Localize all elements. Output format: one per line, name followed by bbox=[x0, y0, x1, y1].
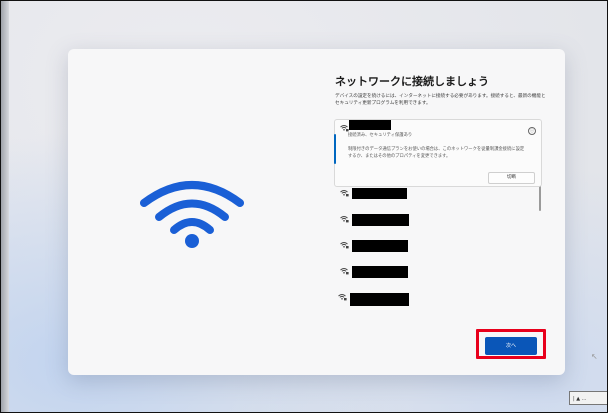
wifi-lock-icon bbox=[340, 216, 349, 223]
network-item[interactable] bbox=[332, 288, 532, 308]
wifi-lock-icon bbox=[340, 268, 349, 275]
network-name-redacted bbox=[352, 240, 408, 252]
network-item[interactable] bbox=[332, 210, 532, 230]
network-item[interactable] bbox=[332, 184, 532, 204]
page-description: デバイスの設定を続けるには、インターネットに接続する必要があります。接続すると、… bbox=[335, 94, 546, 106]
wifi-lock-icon bbox=[340, 242, 349, 249]
selected-network-card[interactable]: 接続済み、セキュリティ保護あり ⓘ 制限付きのデータ通信プランをお使いの場合は、… bbox=[334, 119, 542, 187]
connection-status: 接続済み、セキュリティ保護あり bbox=[348, 133, 413, 138]
network-item[interactable] bbox=[332, 236, 532, 256]
corner-overlay: | ▲ ... bbox=[569, 391, 607, 405]
network-name-redacted bbox=[349, 120, 391, 130]
wifi-icon bbox=[140, 181, 244, 248]
network-list: 接続済み、セキュリティ保護あり ⓘ 制限付きのデータ通信プランをお使いの場合は、… bbox=[332, 116, 546, 330]
wifi-lock-icon bbox=[338, 294, 347, 301]
screen-bezel bbox=[1, 1, 9, 412]
photo-frame: ネットワークに接続しましょう デバイスの設定を続けるには、インターネットに接続す… bbox=[0, 0, 608, 413]
wifi-lock-icon bbox=[340, 190, 349, 197]
network-name-redacted bbox=[352, 188, 407, 199]
next-button[interactable]: 次へ bbox=[485, 337, 537, 355]
selection-accent bbox=[334, 134, 336, 164]
wifi-lock-icon bbox=[340, 125, 349, 132]
mouse-cursor-icon: ↖ bbox=[591, 352, 598, 361]
metered-notice: 制限付きのデータ通信プランをお使いの場合は、このネットワークを従量制課金接続に設… bbox=[348, 147, 525, 159]
network-item[interactable] bbox=[332, 262, 532, 282]
network-name-redacted bbox=[352, 266, 408, 278]
disconnect-button[interactable]: 切断 bbox=[488, 172, 535, 184]
info-icon[interactable]: ⓘ bbox=[528, 127, 536, 135]
page-title: ネットワークに接続しましょう bbox=[335, 75, 489, 88]
network-name-redacted bbox=[352, 214, 409, 226]
network-name-redacted bbox=[350, 293, 409, 306]
